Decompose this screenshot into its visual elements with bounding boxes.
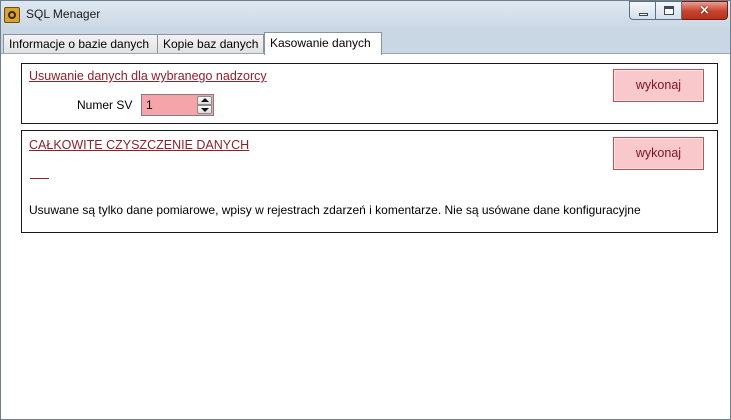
sv-number-stepper[interactable] — [141, 94, 214, 116]
minimize-button[interactable] — [629, 1, 656, 20]
info-note: Usuwane są tylko dane pomiarowe, wpisy w… — [29, 203, 641, 217]
minimize-icon — [639, 13, 648, 16]
sv-number-input[interactable] — [142, 95, 196, 115]
execute-selected-button[interactable]: wykonaj — [613, 69, 704, 102]
tab-kasowanie-danych[interactable]: Kasowanie danych — [264, 32, 382, 55]
close-button[interactable]: × — [682, 1, 728, 20]
selected-supervisor-panel: Usuwanie danych dla wybranego nadzorcy N… — [21, 63, 718, 124]
tab-informacje-o-bazie[interactable]: Informacje o bazie danych — [3, 34, 158, 54]
full-clear-panel: CAŁKOWITE CZYSZCZENIE DANYCH wykonaj Usu… — [21, 130, 718, 233]
window-title: SQL Menager — [26, 7, 101, 21]
stepper-up-button[interactable] — [197, 96, 212, 105]
execute-full-clear-button[interactable]: wykonaj — [613, 137, 704, 170]
panel-title-full-clear: CAŁKOWITE CZYSZCZENIE DANYCH — [29, 138, 250, 152]
maximize-button[interactable] — [656, 1, 682, 20]
close-icon: × — [699, 3, 710, 18]
arrow-down-icon — [201, 108, 209, 112]
stepper-down-button[interactable] — [197, 105, 212, 114]
panel-title-selected: Usuwanie danych dla wybranego nadzorcy — [29, 69, 267, 83]
app-window: SQL Menager × Informacje o bazie danych … — [0, 0, 731, 420]
sv-number-label: Numer SV — [77, 98, 133, 112]
tab-kopie-baz[interactable]: Kopie baz danych — [157, 34, 264, 54]
arrow-up-icon — [201, 98, 209, 102]
divider-line — [30, 178, 49, 179]
stepper-buttons — [197, 96, 212, 114]
title-bar[interactable]: SQL Menager × — [1, 1, 730, 29]
tab-content: Usuwanie danych dla wybranego nadzorcy N… — [1, 53, 730, 419]
maximize-icon — [664, 6, 674, 15]
app-logo-icon[interactable] — [4, 7, 20, 23]
